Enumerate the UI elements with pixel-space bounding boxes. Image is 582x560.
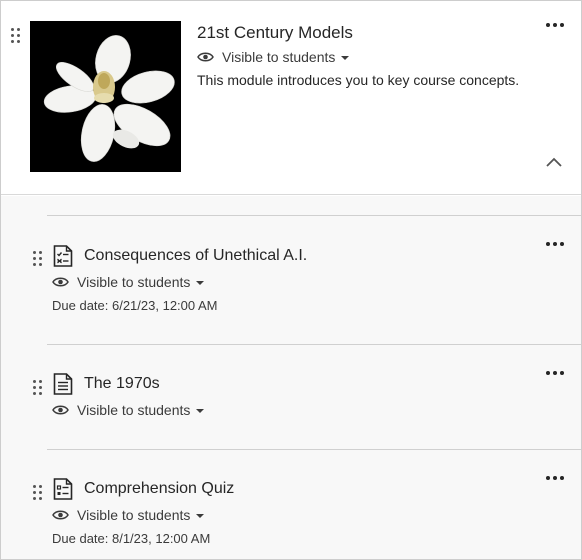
module-description: This module introduces you to key course…	[197, 72, 520, 88]
item-more-options-button[interactable]	[544, 472, 566, 484]
eye-icon	[52, 277, 69, 287]
divider	[47, 449, 581, 450]
quiz-icon	[53, 478, 73, 500]
item-visibility-dropdown[interactable]: Visible to students	[52, 507, 205, 523]
item-more-options-button[interactable]	[544, 367, 566, 379]
eye-icon	[52, 510, 69, 520]
item-title[interactable]: Comprehension Quiz	[84, 480, 234, 498]
visibility-label: Visible to students	[77, 274, 191, 290]
module-title[interactable]: 21st Century Models	[197, 23, 353, 43]
item-title[interactable]: The 1970s	[84, 375, 160, 393]
item-more-options-button[interactable]	[544, 238, 566, 250]
item-visibility-dropdown[interactable]: Visible to students	[52, 274, 205, 290]
caret-down-icon	[341, 55, 350, 60]
magnolia-flower-image	[30, 21, 181, 172]
module-header: 21st Century Models Visible to students …	[1, 1, 581, 195]
item-drag-handle[interactable]	[33, 485, 42, 500]
caret-down-icon	[196, 513, 205, 518]
module-drag-handle[interactable]	[11, 28, 20, 43]
document-icon	[53, 373, 73, 395]
item-drag-handle[interactable]	[33, 251, 42, 266]
eye-icon	[52, 405, 69, 415]
caret-down-icon	[196, 408, 205, 413]
module-visibility-dropdown[interactable]: Visible to students	[197, 49, 350, 65]
item-drag-handle[interactable]	[33, 380, 42, 395]
assignment-icon	[53, 245, 73, 267]
visibility-label: Visible to students	[77, 402, 191, 418]
visibility-label: Visible to students	[222, 49, 336, 65]
item-due-date: Due date: 8/1/23, 12:00 AM	[52, 531, 211, 546]
eye-icon	[197, 52, 214, 62]
chevron-up-icon[interactable]	[545, 156, 563, 168]
item-due-date: Due date: 6/21/23, 12:00 AM	[52, 298, 218, 313]
item-visibility-dropdown[interactable]: Visible to students	[52, 402, 205, 418]
item-title[interactable]: Consequences of Unethical A.I.	[84, 247, 307, 265]
module-thumbnail-image	[30, 21, 181, 172]
module-more-options-button[interactable]	[544, 19, 566, 31]
divider	[47, 215, 581, 216]
caret-down-icon	[196, 280, 205, 285]
divider	[47, 344, 581, 345]
module-content-list: Consequences of Unethical A.I. Visible t…	[1, 196, 581, 559]
visibility-label: Visible to students	[77, 507, 191, 523]
